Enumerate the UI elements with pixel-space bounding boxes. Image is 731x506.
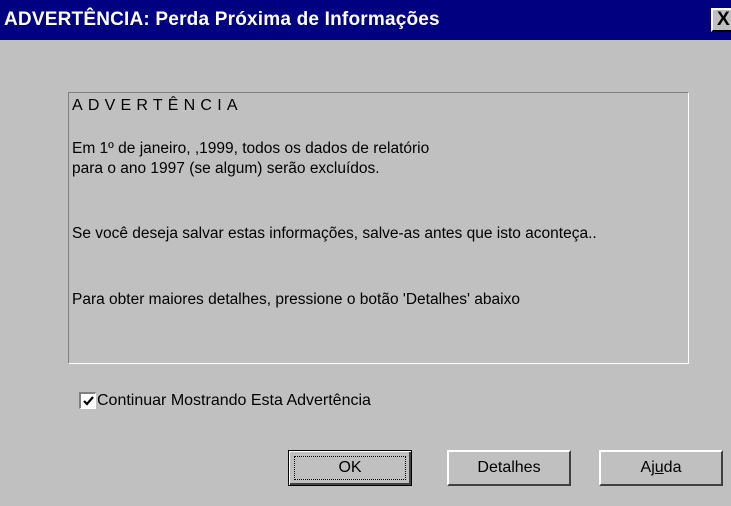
message-line-2: para o ano 1997 (se algum) serão excluíd… [72, 160, 380, 177]
help-button[interactable]: Ajuda [599, 450, 723, 486]
show-warning-checkbox[interactable] [79, 392, 96, 409]
help-button-label: Ajuda [641, 459, 682, 476]
details-button[interactable]: Detalhes [447, 450, 571, 486]
ok-button[interactable]: OK [288, 450, 412, 486]
ok-button-label: OK [294, 456, 406, 480]
message-line-4: Para obter maiores detalhes, pressione o… [72, 291, 520, 308]
close-icon: X [717, 9, 730, 30]
show-warning-label[interactable]: Continuar Mostrando Esta Advertência [97, 391, 371, 411]
message-line-1: Em 1º de janeiro, ,1999, todos os dados … [72, 140, 430, 157]
message-line-3: Se você deseja salvar estas informações,… [72, 225, 597, 242]
window-title: ADVERTÊNCIA: Perda Próxima de Informaçõe… [4, 9, 440, 30]
message-heading: ADVERTÊNCIA [72, 97, 243, 114]
message-panel: ADVERTÊNCIA Em 1º de janeiro, ,1999, tod… [68, 92, 689, 364]
details-button-label: Detalhes [477, 459, 541, 476]
help-label-suffix: da [663, 459, 682, 476]
warning-dialog: ADVERTÊNCIA: Perda Próxima de Informaçõe… [0, 0, 731, 506]
title-bar[interactable]: ADVERTÊNCIA: Perda Próxima de Informaçõe… [0, 0, 731, 40]
checkmark-icon [83, 396, 94, 406]
help-label-prefix: Aj [640, 459, 655, 476]
close-button[interactable]: X [711, 8, 731, 32]
help-label-mnemonic: u [654, 459, 664, 476]
